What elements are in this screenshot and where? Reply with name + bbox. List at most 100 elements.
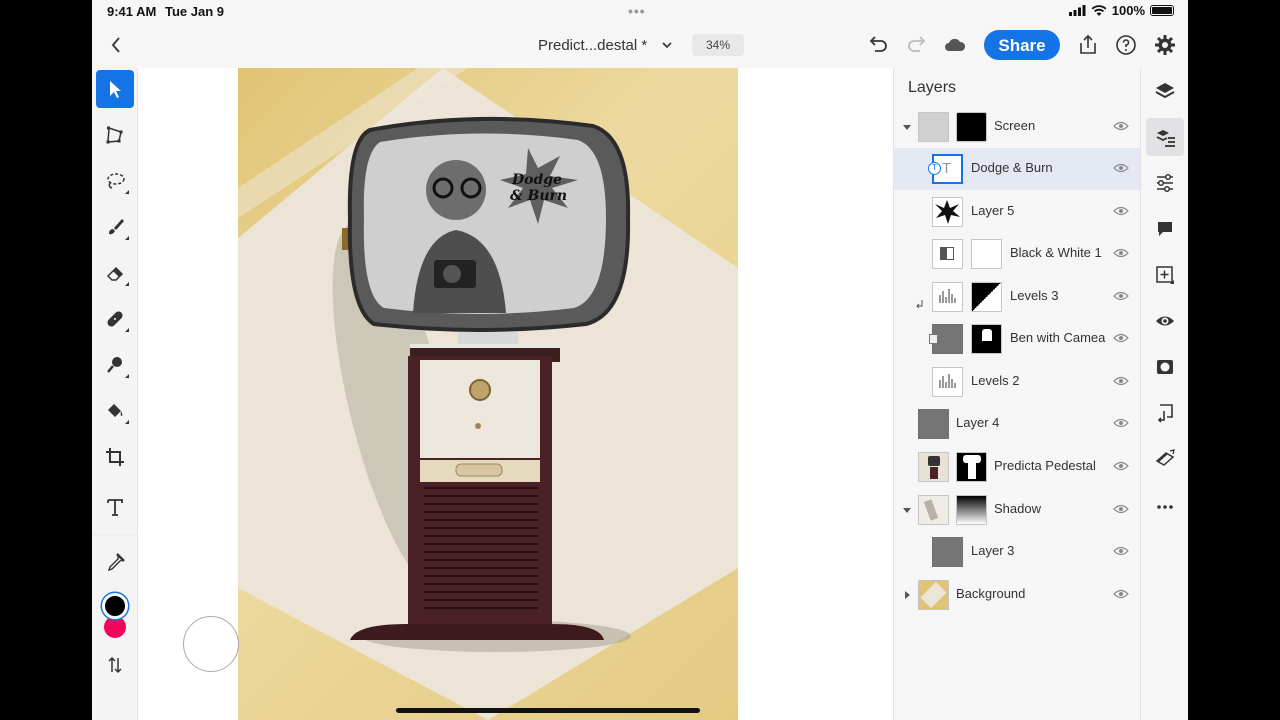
layers-panel-title: Layers [908, 79, 957, 96]
disclosure-down-icon[interactable] [902, 122, 912, 132]
zoom-level[interactable]: 34% [692, 34, 744, 56]
visibility-eye-icon[interactable] [1113, 503, 1129, 515]
crop-tool[interactable] [96, 438, 134, 476]
settings-gear-icon[interactable] [1153, 33, 1177, 57]
multitask-dots-icon[interactable]: ••• [628, 3, 646, 19]
layer-row-layer-3[interactable]: Layer 3 [894, 531, 1141, 573]
background-color-swatch[interactable] [104, 616, 126, 638]
layer-thumbnail [918, 112, 949, 142]
touch-modifier-button[interactable] [183, 616, 239, 672]
document-title[interactable]: Predict...destal * [538, 37, 647, 54]
mask-icon [1157, 360, 1173, 374]
layer-properties-button[interactable] [1146, 118, 1184, 156]
visibility-eye-icon[interactable] [1113, 290, 1129, 302]
smart-object-badge-icon [929, 334, 938, 344]
redo-icon[interactable] [905, 33, 929, 57]
lasso-tool[interactable] [96, 162, 134, 200]
layer-row-background[interactable]: Background [894, 574, 1141, 616]
layer-mask-thumbnail [956, 495, 987, 525]
right-rail [1140, 68, 1188, 720]
disclosure-down-icon[interactable] [902, 505, 912, 515]
layer-row-black-white-1[interactable]: Black & White 1 [894, 233, 1141, 275]
layer-row-layer-5[interactable]: Layer 5 [894, 191, 1141, 233]
eraser-icon [106, 266, 124, 281]
clipping-arrow-icon [916, 300, 923, 309]
undo-icon[interactable] [866, 33, 890, 57]
layer-name: Shadow [994, 501, 1041, 516]
visibility-eye-icon[interactable] [1113, 460, 1129, 472]
adjustments-button[interactable] [1146, 164, 1184, 202]
layer-row-levels-2[interactable]: Levels 2 [894, 361, 1141, 403]
back-chevron-icon[interactable] [108, 34, 124, 56]
help-icon[interactable] [1114, 33, 1138, 57]
fill-tool[interactable] [96, 392, 134, 430]
select-tool[interactable] [96, 70, 134, 108]
battery-icon [1150, 5, 1174, 16]
layer-row-levels-3[interactable]: Levels 3 [894, 276, 1141, 318]
visibility-eye-icon[interactable] [1113, 205, 1129, 217]
layer-name: Black & White 1 [1010, 245, 1102, 260]
layer-thumbnail [918, 580, 949, 610]
layers-icon [1155, 83, 1175, 99]
app-window: 9:41 AM Tue Jan 9 ••• 100% Predict...des… [92, 0, 1188, 720]
swap-colors-button[interactable] [96, 646, 134, 684]
status-date: Tue Jan 9 [165, 4, 225, 19]
visibility-eye-icon[interactable] [1113, 247, 1129, 259]
mask-button[interactable] [1146, 348, 1184, 386]
eyedropper-tool[interactable] [96, 544, 134, 582]
layer-row-screen[interactable]: Screen [894, 106, 1141, 148]
brush-tool[interactable] [96, 208, 134, 246]
layer-name: Dodge & Burn [971, 160, 1053, 175]
share-button[interactable]: Share [984, 30, 1060, 60]
layer-mask-thumbnail [956, 452, 987, 482]
visibility-eye-icon[interactable] [1113, 375, 1129, 387]
type-tool[interactable] [96, 488, 134, 526]
disclosure-right-icon[interactable] [902, 590, 912, 600]
layer-thumbnail [918, 409, 949, 439]
visibility-eye-icon[interactable] [1113, 332, 1129, 344]
document-canvas[interactable]: Dodge & Burn [238, 68, 738, 720]
eraser-tool[interactable] [96, 254, 134, 292]
layer-mask-thumbnail [971, 239, 1002, 269]
visibility-eye-icon[interactable] [1113, 120, 1129, 132]
layer-row-shadow[interactable]: Shadow [894, 489, 1141, 531]
tv-screen-frame: Dodge & Burn [342, 116, 631, 332]
visibility-eye-icon[interactable] [1113, 162, 1129, 174]
layer-mask-thumbnail [971, 324, 1002, 354]
home-indicator[interactable] [396, 708, 700, 713]
layer-name: Background [956, 586, 1026, 601]
comments-button[interactable] [1146, 210, 1184, 248]
clone-tool[interactable] [96, 346, 134, 384]
layer-row-dodge-burn[interactable]: T T Dodge & Burn [894, 148, 1141, 190]
layers-button[interactable] [1146, 72, 1184, 110]
text-layer-thumbnail: T T [928, 154, 963, 184]
canvas-area[interactable]: Dodge & Burn [138, 68, 893, 720]
transform-tool[interactable] [96, 116, 134, 154]
arrange-button[interactable] [1146, 394, 1184, 432]
visibility-eye-icon[interactable] [1113, 588, 1129, 600]
layer-row-predicta-pedestal[interactable]: Predicta Pedestal [894, 446, 1141, 488]
battery-percent: 100% [1111, 3, 1145, 18]
export-icon[interactable] [1076, 33, 1100, 57]
visibility-button[interactable] [1146, 302, 1184, 340]
adjustments-sliders-icon [1157, 173, 1173, 193]
arrow-pointer-icon [110, 81, 121, 98]
healing-tool[interactable] [96, 300, 134, 338]
visibility-eye-icon[interactable] [1113, 545, 1129, 557]
layer-name: Layer 5 [971, 203, 1015, 218]
foreground-color-swatch[interactable] [102, 593, 128, 619]
chevron-down-icon[interactable] [661, 39, 673, 51]
type-icon [107, 499, 123, 516]
lasso-icon [107, 173, 125, 189]
transform-icon [106, 126, 123, 144]
layer-row-ben-with-camea[interactable]: Ben with Camea [894, 318, 1141, 360]
layer-row-layer-4[interactable]: Layer 4 [894, 403, 1141, 445]
layer-thumbnail [932, 197, 963, 227]
effects-button[interactable] [1146, 440, 1184, 478]
more-button[interactable] [1146, 488, 1184, 526]
cloud-icon[interactable] [943, 33, 967, 57]
adjustment-thumbnail [932, 239, 963, 269]
clone-stamp-icon [107, 357, 122, 373]
add-layer-button[interactable] [1146, 256, 1184, 294]
visibility-eye-icon[interactable] [1113, 417, 1129, 429]
